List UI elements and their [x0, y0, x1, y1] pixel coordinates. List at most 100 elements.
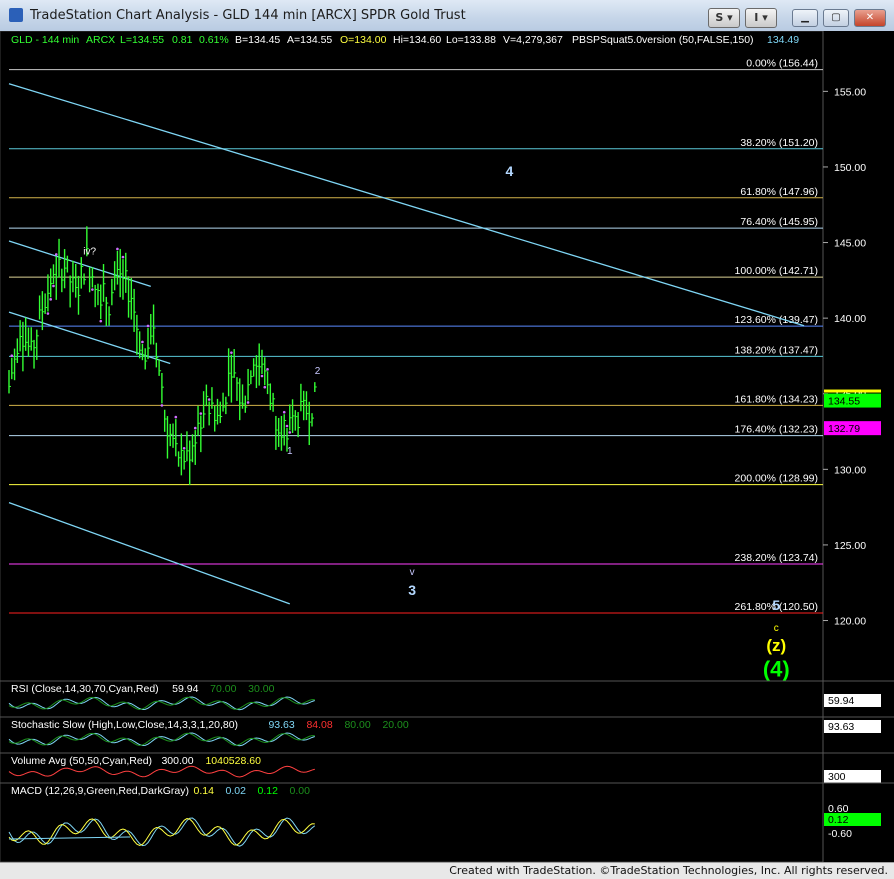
footer-text: Created with TradeStation. ©TradeStation… — [449, 864, 888, 877]
fib-label: 200.00% (128.99) — [735, 473, 818, 485]
footer: Created with TradeStation. ©TradeStation… — [0, 862, 894, 879]
indicator-text: PBSPSquat5.0version (50,FALSE,150) — [572, 34, 754, 46]
price-tick-label: 125.00 — [834, 540, 866, 552]
ask-text: A=134.55 — [287, 34, 332, 46]
indicator-value: 80.00 — [344, 719, 370, 731]
pivot-dot — [49, 298, 52, 301]
indicator-value: 59.94 — [172, 683, 198, 695]
indicator-value: 20.00 — [382, 719, 408, 731]
indicator-value: 0.00 — [290, 785, 311, 797]
indicator-tag-label: 59.94 — [828, 695, 854, 707]
price-tick-label: 120.00 — [834, 616, 866, 628]
pivot-dot — [174, 415, 178, 419]
pivot-dot — [10, 354, 14, 358]
indicator-value: 0.02 — [226, 785, 247, 797]
fib-label: 76.40% (145.95) — [740, 216, 818, 228]
symbol-text: GLD - 144 min — [11, 34, 79, 46]
header-readout: GLD - 144 min ARCX L=134.55 0.81 0.61% B… — [11, 34, 799, 46]
pivot-dot — [52, 284, 55, 288]
pivot-dot — [146, 324, 150, 328]
wave-label: 3 — [408, 582, 416, 598]
open-text: O=134.00 — [340, 34, 387, 46]
pivot-dot — [182, 446, 186, 450]
indicator-value: 0.12 — [258, 785, 279, 797]
pivot-dot — [141, 340, 144, 344]
indicator-tag-label: 0.12 — [828, 814, 849, 826]
price-tick-label: 140.00 — [834, 313, 866, 325]
wave-label: 5 — [772, 597, 780, 613]
pivot-dot — [282, 410, 286, 414]
price-tick-label: 155.00 — [834, 86, 866, 98]
pivot-dot — [46, 312, 50, 315]
indicator-value-text: 134.49 — [767, 34, 799, 46]
wave-label: (z) — [766, 636, 786, 655]
indicator-value: 93.63 — [268, 719, 294, 731]
high-text: Hi=134.60 — [393, 34, 441, 46]
chart-background — [0, 31, 894, 862]
indicator-value: 300.00 — [161, 755, 193, 767]
indicator-name: Volume Avg (50,50,Cyan,Red) — [11, 755, 152, 767]
window-titlebar: TradeStation Chart Analysis - GLD 144 mi… — [0, 0, 894, 32]
pivot-dot — [207, 398, 211, 401]
wave-label: 1 — [287, 446, 293, 457]
price-tick-label: 145.00 — [834, 238, 866, 250]
volume-text: V=4,279,367 — [503, 34, 563, 46]
indicator-value: 70.00 — [210, 683, 236, 695]
indicator-tag-label: 300 — [828, 771, 846, 783]
low-text: Lo=133.88 — [446, 34, 496, 46]
pivot-dot — [91, 288, 94, 291]
pivot-dot — [246, 401, 250, 404]
pivot-dot — [263, 385, 267, 389]
s-button[interactable]: S ▾ — [708, 8, 740, 28]
fib-label: 161.80% (134.23) — [735, 393, 818, 405]
pivot-dot — [266, 368, 269, 371]
indicator-name: RSI (Close,14,30,70,Cyan,Red) — [11, 683, 159, 695]
macd-tick-top: 0.60 — [828, 803, 849, 815]
wave-label: v — [410, 567, 415, 578]
pivot-dot — [193, 426, 197, 430]
last-text: L=134.55 — [120, 34, 164, 46]
price-tick-label: 150.00 — [834, 162, 866, 174]
bid-text: B=134.45 — [235, 34, 280, 46]
wave-label: c — [774, 623, 779, 634]
price-tag-cap — [824, 389, 881, 393]
pivot-dot — [54, 253, 58, 256]
maximize-icon[interactable]: ▢ — [823, 9, 849, 27]
fib-label: 100.00% (142.71) — [735, 265, 818, 277]
indicator-name: MACD (12,26,9,Green,Red,DarkGray) — [11, 785, 189, 797]
app-icon — [9, 8, 23, 22]
price-tag-label: 132.79 — [828, 423, 860, 435]
price-tick-label: 130.00 — [834, 464, 866, 476]
close-icon[interactable]: ✕ — [854, 9, 886, 27]
pivot-dot — [99, 319, 103, 323]
indicator-name: Stochastic Slow (High,Low,Close,14,3,3,1… — [11, 719, 238, 731]
chart-area[interactable]: GLD - 144 min ARCX L=134.55 0.81 0.61% B… — [0, 31, 894, 862]
fib-label: 0.00% (156.44) — [746, 58, 818, 70]
indicator-value: 30.00 — [248, 683, 274, 695]
fib-label: 176.40% (132.23) — [735, 424, 818, 436]
macd-tick-bottom: -0.60 — [828, 828, 852, 840]
wave-label: (4) — [763, 656, 790, 681]
change-pct-text: 0.61% — [199, 34, 229, 46]
price-tag-label: 134.55 — [828, 396, 860, 408]
fib-label: 123.60% (139.47) — [735, 314, 818, 326]
exchange-text: ARCX — [86, 34, 115, 46]
pivot-dot — [116, 247, 119, 251]
wave-label: iv? — [83, 247, 96, 258]
pivot-dot — [260, 374, 264, 378]
i-button[interactable]: I ▾ — [745, 8, 777, 28]
fib-label: 238.20% (123.74) — [735, 552, 818, 564]
minimize-icon[interactable]: ▁ — [792, 9, 818, 27]
window-title: TradeStation Chart Analysis - GLD 144 mi… — [30, 8, 466, 23]
pivot-dot — [121, 255, 125, 259]
indicator-value: 84.08 — [306, 719, 332, 731]
fib-label: 61.80% (147.96) — [740, 186, 818, 198]
change-text: 0.81 — [172, 34, 193, 46]
fib-label: 138.20% (137.47) — [735, 344, 818, 356]
pivot-dot — [199, 412, 203, 415]
indicator-value: 1040528.60 — [205, 755, 261, 767]
wave-label: 2 — [315, 366, 321, 377]
wave-label: 4 — [506, 163, 514, 179]
pivot-dot — [230, 351, 233, 354]
fib-label: 38.20% (151.20) — [740, 137, 818, 149]
